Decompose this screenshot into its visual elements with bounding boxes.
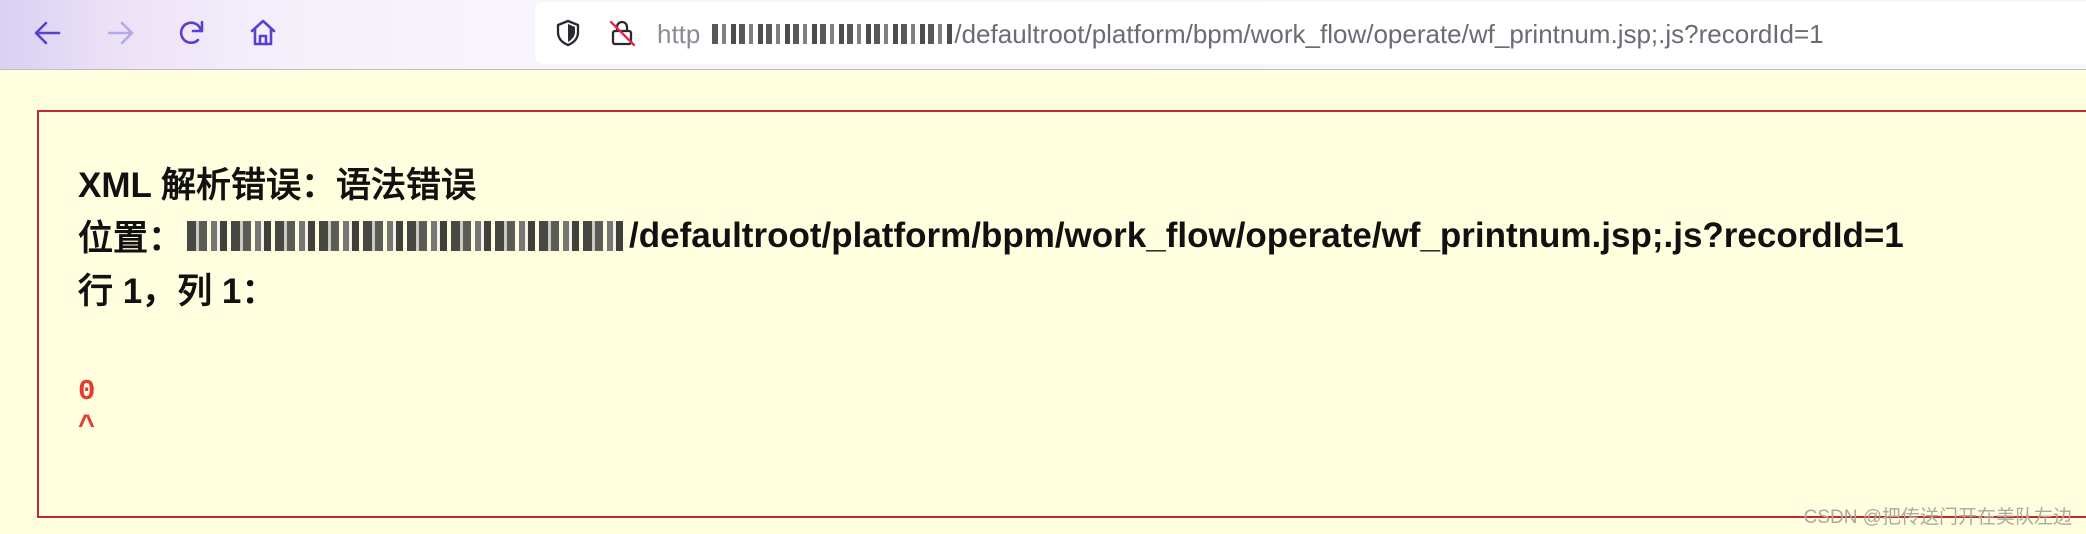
- url-scheme: http: [657, 18, 701, 49]
- error-source-caret: ^: [78, 410, 96, 443]
- insecure-lock-icon: [609, 20, 636, 47]
- url-path: /defaultroot/platform/bpm/work_flow/oper…: [954, 18, 1824, 49]
- reload-icon: [179, 20, 204, 45]
- error-position: 行 1，列 1：: [78, 272, 277, 311]
- forward-button[interactable]: [100, 13, 140, 53]
- connection-insecure-button[interactable]: [605, 16, 639, 50]
- arrow-right-icon: [107, 21, 134, 45]
- url-text[interactable]: http /defaultroot/platform/bpm/work_flow…: [657, 17, 1824, 51]
- error-source-text: 0: [78, 375, 96, 408]
- error-location: 位置： /defaultroot/platform/bpm/work_flow/…: [78, 210, 1904, 261]
- browser-toolbar: http /defaultroot/platform/bpm/work_flow…: [0, 0, 2086, 70]
- reload-button[interactable]: [172, 13, 212, 53]
- address-bar[interactable]: http /defaultroot/platform/bpm/work_flow…: [535, 2, 2086, 64]
- shield-icon: [556, 19, 580, 47]
- redacted-location-host: [187, 220, 628, 251]
- error-title: XML 解析错误：语法错误: [78, 166, 476, 205]
- error-location-label: 位置：: [78, 219, 184, 258]
- home-icon: [250, 19, 276, 46]
- redacted-host: [712, 24, 953, 44]
- arrow-left-icon: [34, 21, 61, 45]
- watermark: CSDN @把传送门开在美队左边: [1803, 507, 2072, 528]
- back-button[interactable]: [28, 13, 68, 53]
- error-location-path: /defaultroot/platform/bpm/work_flow/oper…: [629, 215, 1904, 255]
- xml-error-box: XML 解析错误：语法错误 位置： /defaultroot/platform/…: [37, 110, 2086, 518]
- home-button[interactable]: [243, 13, 283, 53]
- tracking-protection-button[interactable]: [551, 16, 585, 50]
